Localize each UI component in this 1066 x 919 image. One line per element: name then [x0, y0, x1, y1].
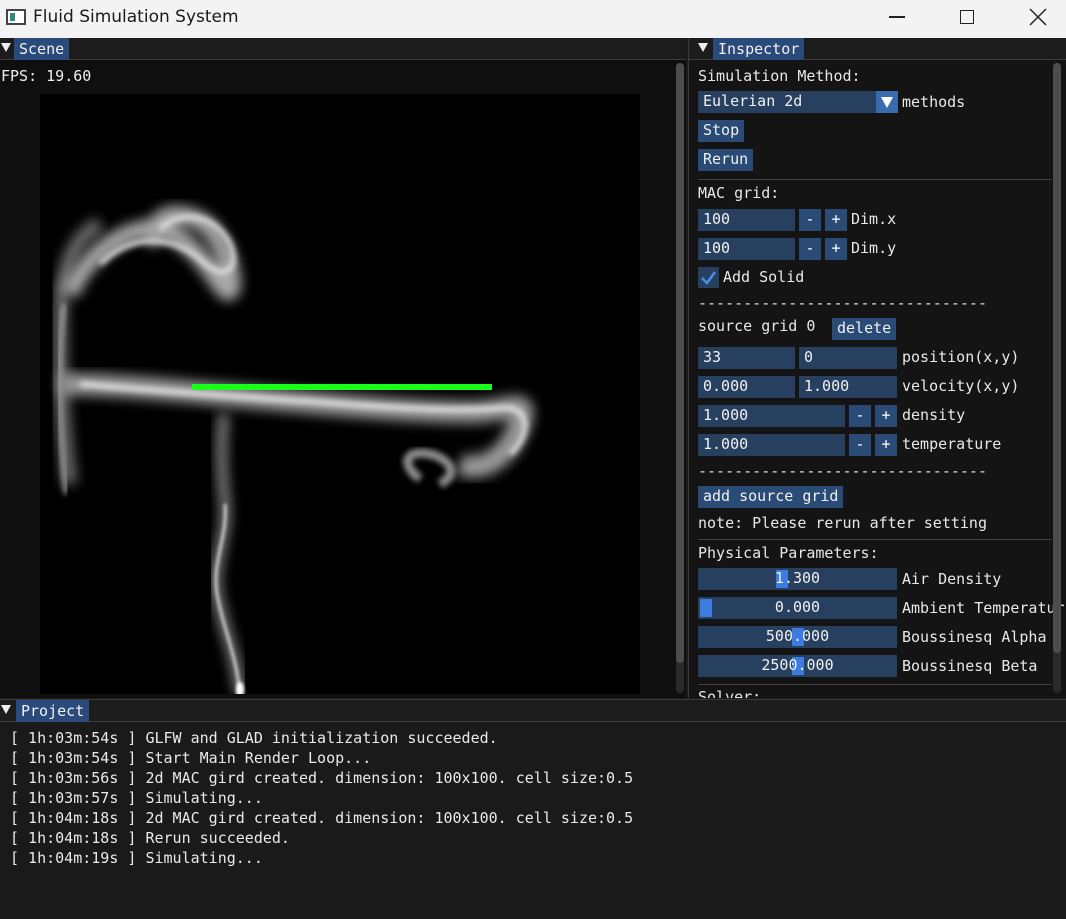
- temperature-decrement[interactable]: -: [849, 434, 871, 456]
- boussinesq-alpha-label: Boussinesq Alpha: [902, 628, 1047, 646]
- dash-divider: --------------------------------: [698, 462, 987, 480]
- dim-y-increment[interactable]: +: [825, 238, 847, 260]
- method-select[interactable]: Eulerian 2d: [698, 91, 876, 113]
- chevron-down-icon[interactable]: [876, 91, 898, 113]
- density-label: density: [902, 406, 966, 424]
- log-entry: [ 1h:03m:57s ] Simulating...: [10, 789, 263, 807]
- minimize-icon: [889, 16, 905, 18]
- scene-scrollbar-thumb[interactable]: [676, 63, 684, 663]
- separator: [698, 179, 1052, 180]
- inspector-header: Inspector: [689, 38, 1066, 60]
- dash-divider: --------------------------------: [698, 294, 987, 312]
- source-grid-title: source grid 0: [698, 317, 816, 335]
- dim-y-input[interactable]: 100: [698, 238, 795, 260]
- inspector-panel: Inspector Simulation Method: Eulerian 2d…: [688, 38, 1066, 698]
- density-input[interactable]: 1.000: [698, 405, 845, 427]
- add-solid-checkbox[interactable]: [698, 267, 719, 288]
- position-label: position(x,y): [902, 348, 1020, 366]
- dim-y-label: Dim.y: [851, 239, 897, 257]
- temperature-increment[interactable]: +: [875, 434, 897, 456]
- add-source-grid-button[interactable]: add source grid: [698, 486, 844, 508]
- ambient-temperature-value: 0.000: [774, 598, 821, 616]
- scene-scrollbar[interactable]: [676, 63, 684, 693]
- maximize-icon: [960, 10, 974, 24]
- log-entry: [ 1h:03m:56s ] 2d MAC gird created. dime…: [10, 769, 634, 787]
- app-icon: [6, 9, 26, 25]
- air-density-value: 1.300: [774, 569, 821, 587]
- tab-inspector[interactable]: Inspector: [713, 38, 805, 60]
- inspector-scrollbar[interactable]: [1053, 63, 1061, 693]
- scene-header: Scene: [0, 38, 686, 60]
- smoke-plume: [53, 205, 534, 694]
- temperature-input[interactable]: 1.000: [698, 434, 845, 456]
- smoke-render: [53, 205, 534, 694]
- tab-scene[interactable]: Scene: [14, 38, 70, 60]
- log-entry: [ 1h:04m:19s ] Simulating...: [10, 849, 263, 867]
- simulation-method-label: Simulation Method:: [698, 67, 861, 85]
- velocity-y-input[interactable]: 1.000: [799, 376, 897, 398]
- project-panel: Project [ 1h:03m:54s ] GLFW and GLAD ini…: [0, 699, 1066, 919]
- collapse-arrow-icon[interactable]: [698, 43, 708, 52]
- dim-x-label: Dim.x: [851, 210, 897, 228]
- dim-y-decrement[interactable]: -: [799, 238, 821, 260]
- title-bar: Fluid Simulation System: [0, 0, 1066, 38]
- ambient-temperature-slider[interactable]: 0.000: [698, 597, 897, 619]
- boussinesq-alpha-slider[interactable]: 500.000: [698, 626, 897, 648]
- log-entry: [ 1h:03m:54s ] GLFW and GLAD initializat…: [10, 729, 498, 747]
- position-y-input[interactable]: 0: [799, 347, 897, 369]
- minimize-button[interactable]: [862, 0, 932, 34]
- simulation-viewport[interactable]: [40, 94, 640, 694]
- dim-x-decrement[interactable]: -: [799, 209, 821, 231]
- close-icon: [1029, 8, 1047, 26]
- project-header: Project: [0, 700, 1066, 722]
- ambient-temperature-label: Ambient Temperatur: [902, 599, 1065, 617]
- log-entry: [ 1h:04m:18s ] 2d MAC gird created. dime…: [10, 809, 634, 827]
- boussinesq-beta-label: Boussinesq Beta: [902, 657, 1038, 675]
- inspector-scrollbar-thumb[interactable]: [1053, 63, 1061, 653]
- rerun-button[interactable]: Rerun: [698, 149, 754, 171]
- density-decrement[interactable]: -: [849, 405, 871, 427]
- log-list: [ 1h:03m:54s ] GLFW and GLAD initializat…: [10, 728, 633, 868]
- dim-x-increment[interactable]: +: [825, 209, 847, 231]
- boussinesq-beta-value: 2500.000: [761, 656, 834, 674]
- method-select-label: methods: [902, 93, 966, 111]
- collapse-arrow-icon[interactable]: [1, 705, 11, 714]
- temperature-label: temperature: [902, 435, 1002, 453]
- velocity-label: velocity(x,y): [902, 377, 1020, 395]
- scene-panel: Scene FPS: 19.60: [0, 38, 686, 698]
- log-entry: [ 1h:03m:54s ] Start Main Render Loop...: [10, 749, 372, 767]
- solid-obstacle: [192, 384, 492, 390]
- dim-x-input[interactable]: 100: [698, 209, 795, 231]
- air-density-slider[interactable]: 1.300: [698, 568, 897, 590]
- rerun-note: note: Please rerun after setting: [698, 514, 987, 532]
- delete-source-button[interactable]: delete: [832, 318, 897, 340]
- close-button[interactable]: [1003, 0, 1066, 34]
- maximize-button[interactable]: [932, 0, 1002, 34]
- collapse-arrow-icon[interactable]: [1, 43, 11, 52]
- mac-grid-label: MAC grid:: [698, 184, 780, 202]
- window-title: Fluid Simulation System: [33, 7, 239, 27]
- add-solid-label: Add Solid: [723, 268, 805, 286]
- checkmark-icon: [701, 271, 717, 285]
- boussinesq-alpha-value: 500.000: [765, 627, 830, 645]
- boussinesq-beta-slider[interactable]: 2500.000: [698, 655, 897, 677]
- separator: [698, 684, 1052, 685]
- separator: [698, 539, 1052, 540]
- velocity-x-input[interactable]: 0.000: [698, 376, 795, 398]
- density-increment[interactable]: +: [875, 405, 897, 427]
- solver-label: Solver:: [698, 688, 762, 698]
- fps-counter: FPS: 19.60: [1, 67, 92, 85]
- tab-project[interactable]: Project: [16, 700, 90, 722]
- air-density-label: Air Density: [902, 570, 1002, 588]
- log-entry: [ 1h:04m:18s ] Rerun succeeded.: [10, 829, 290, 847]
- physical-parameters-label: Physical Parameters:: [698, 544, 879, 562]
- stop-button[interactable]: Stop: [698, 120, 745, 142]
- position-x-input[interactable]: 33: [698, 347, 795, 369]
